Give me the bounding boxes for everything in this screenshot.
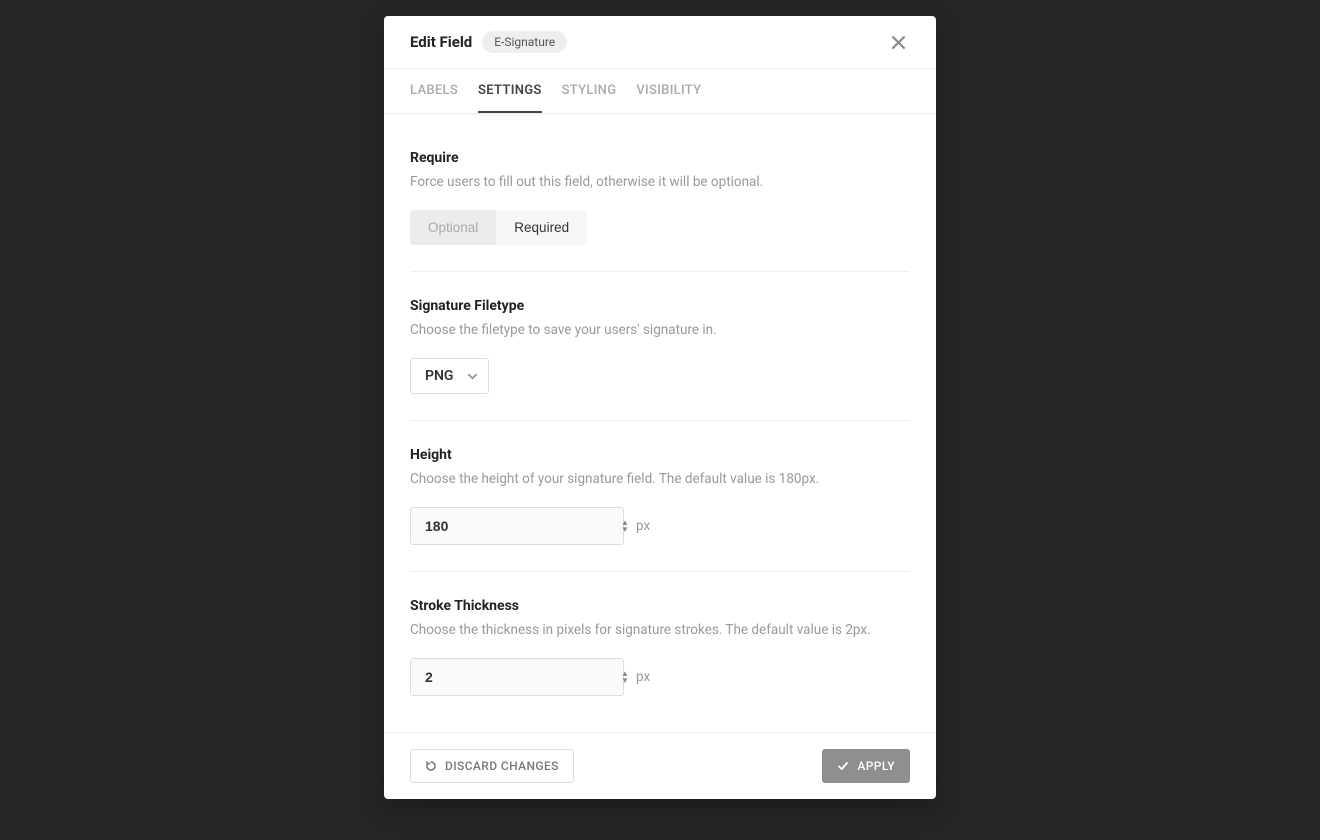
require-title: Require: [410, 150, 910, 166]
stroke-row: ▲ ▼ px: [410, 658, 910, 696]
filetype-select[interactable]: PNG: [410, 358, 489, 394]
field-type-badge: E-Signature: [482, 31, 567, 53]
tab-settings[interactable]: SETTINGS: [478, 69, 542, 113]
tab-visibility[interactable]: VISIBILITY: [636, 69, 701, 113]
height-desc: Choose the height of your signature fiel…: [410, 471, 910, 487]
modal-header: Edit Field E-Signature: [384, 16, 936, 69]
tab-styling[interactable]: STYLING: [562, 69, 617, 113]
require-toggle: Optional Required: [410, 210, 587, 245]
section-stroke: Stroke Thickness Choose the thickness in…: [410, 572, 910, 706]
stroke-stepper[interactable]: ▲ ▼: [621, 671, 629, 684]
check-icon: [837, 760, 849, 772]
height-unit: px: [636, 518, 650, 534]
tab-labels[interactable]: LABELS: [410, 69, 458, 113]
tabs: LABELS SETTINGS STYLING VISIBILITY: [384, 69, 936, 114]
stroke-input-wrap: ▲ ▼: [410, 658, 624, 696]
stroke-title: Stroke Thickness: [410, 598, 910, 614]
stroke-unit: px: [636, 669, 650, 685]
filetype-desc: Choose the filetype to save your users' …: [410, 322, 910, 338]
apply-label: APPLY: [857, 759, 895, 773]
modal-footer: DISCARD CHANGES APPLY: [384, 732, 936, 799]
discard-label: DISCARD CHANGES: [445, 759, 559, 773]
modal-title: Edit Field: [410, 33, 472, 51]
close-icon: [892, 36, 905, 49]
require-option-optional[interactable]: Optional: [410, 210, 496, 245]
height-stepper[interactable]: ▲ ▼: [621, 520, 629, 533]
section-height: Height Choose the height of your signatu…: [410, 421, 910, 572]
height-row: ▲ ▼ px: [410, 507, 910, 545]
apply-button[interactable]: APPLY: [822, 749, 910, 783]
chevron-down-icon: ▼: [621, 678, 629, 684]
section-require: Require Force users to fill out this fie…: [410, 124, 910, 272]
height-input-wrap: ▲ ▼: [410, 507, 624, 545]
require-desc: Force users to fill out this field, othe…: [410, 174, 910, 190]
discard-button[interactable]: DISCARD CHANGES: [410, 749, 574, 783]
require-option-required[interactable]: Required: [496, 210, 587, 245]
undo-icon: [425, 760, 437, 772]
height-input[interactable]: [425, 518, 621, 534]
chevron-down-icon: [467, 371, 478, 382]
filetype-value: PNG: [425, 368, 453, 384]
modal-body: Require Force users to fill out this fie…: [384, 114, 936, 732]
section-filetype: Signature Filetype Choose the filetype t…: [410, 272, 910, 421]
filetype-title: Signature Filetype: [410, 298, 910, 314]
close-button[interactable]: [886, 30, 910, 54]
stroke-desc: Choose the thickness in pixels for signa…: [410, 622, 910, 638]
height-title: Height: [410, 447, 910, 463]
stroke-input[interactable]: [425, 669, 621, 685]
chevron-down-icon: ▼: [621, 527, 629, 533]
edit-field-modal: Edit Field E-Signature LABELS SETTINGS S…: [384, 16, 936, 799]
